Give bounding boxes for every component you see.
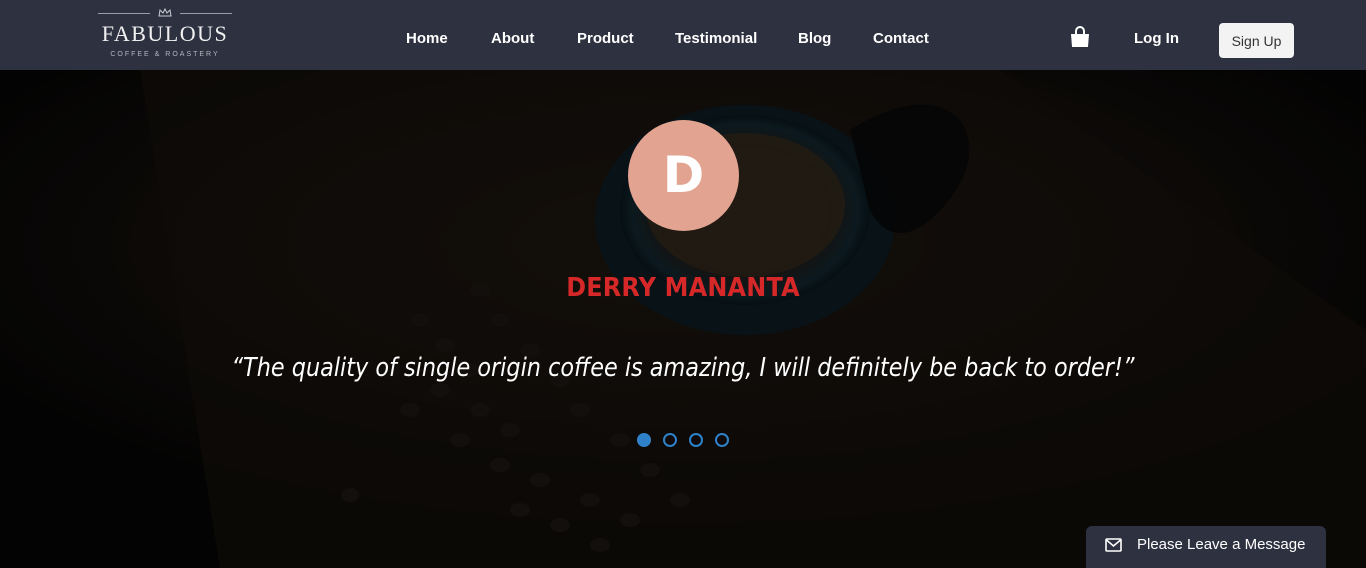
leave-message-widget[interactable]: Please Leave a Message — [1086, 526, 1326, 568]
nav-blog[interactable]: Blog — [798, 29, 831, 49]
logo-wordmark: FABULOUS — [101, 21, 229, 46]
leave-message-label: Please Leave a Message — [1137, 536, 1306, 553]
carousel-dot-3[interactable] — [689, 433, 703, 447]
site-header: FABULOUS COFFEE & ROASTERY Home About Pr… — [0, 0, 1366, 70]
reviewer-avatar: D — [628, 120, 739, 231]
nav-about[interactable]: About — [491, 29, 534, 49]
carousel-dot-2[interactable] — [663, 433, 677, 447]
login-link[interactable]: Log In — [1134, 29, 1179, 49]
logo-rule-left — [98, 13, 150, 14]
signup-button[interactable]: Sign Up — [1219, 23, 1294, 58]
logo-tagline: COFFEE & ROASTERY — [110, 51, 220, 58]
carousel-dot-4[interactable] — [715, 433, 729, 447]
nav-testimonial[interactable]: Testimonial — [675, 29, 757, 49]
carousel-dot-1[interactable] — [637, 433, 651, 447]
shopping-bag-icon[interactable] — [1069, 26, 1091, 48]
reviewer-name: DERRY MANANTA — [566, 273, 800, 303]
testimonial-quote: “The quality of single origin coffee is … — [231, 353, 1135, 383]
crown-icon — [158, 8, 172, 17]
nav-home[interactable]: Home — [406, 29, 448, 49]
testimonial-section: D DERRY MANANTA “The quality of single o… — [0, 70, 1366, 568]
nav-product[interactable]: Product — [577, 29, 634, 49]
logo-rule-right — [180, 13, 232, 14]
nav-contact[interactable]: Contact — [873, 29, 929, 49]
brand-logo[interactable]: FABULOUS COFFEE & ROASTERY — [98, 8, 232, 62]
envelope-icon — [1105, 538, 1122, 552]
